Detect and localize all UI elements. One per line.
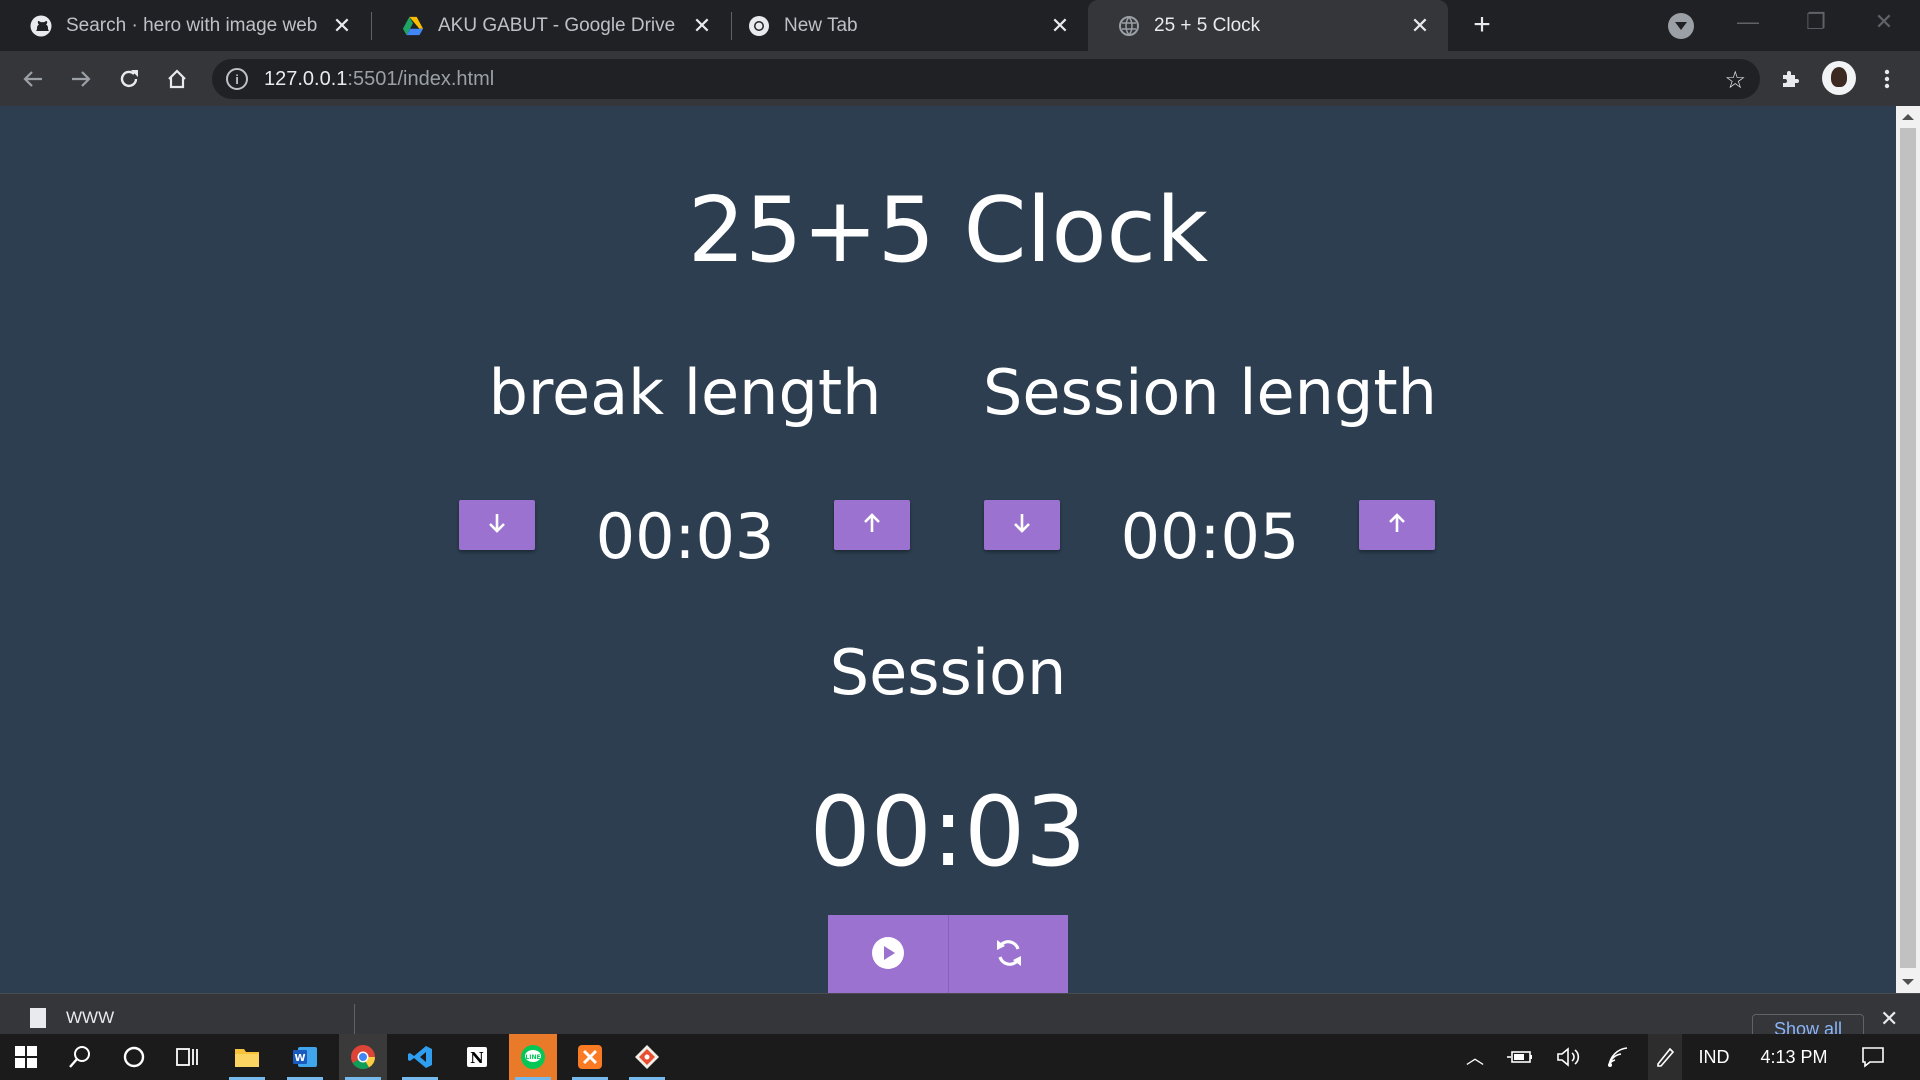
break-length-value: 00:03 (595, 500, 775, 573)
globe-icon (1118, 15, 1140, 37)
close-icon[interactable]: ✕ (1880, 1006, 1898, 1032)
session-decrement-button[interactable] (984, 500, 1060, 550)
forward-button[interactable] (62, 60, 100, 98)
volume-icon[interactable] (1552, 1034, 1584, 1080)
chrome-icon (748, 15, 770, 37)
word-icon[interactable]: W (281, 1034, 329, 1080)
tab-title: Search · hero with image web (66, 14, 318, 36)
time-left: 00:03 (809, 776, 1087, 888)
xampp-icon[interactable] (566, 1034, 614, 1080)
git-icon[interactable] (623, 1034, 671, 1080)
show-all-button[interactable]: Show all (1752, 1014, 1864, 1034)
google-drive-icon (402, 15, 424, 37)
new-tab-button[interactable]: + (1465, 8, 1499, 42)
break-increment-button[interactable] (834, 500, 910, 550)
address-bar[interactable]: i 127.0.0.1 :5501/index.html ☆ (212, 59, 1760, 99)
chrome-taskbar-icon[interactable] (339, 1034, 387, 1080)
back-button[interactable] (14, 60, 52, 98)
page-viewport: 25+5 Clock break length Session length 0… (0, 106, 1896, 993)
tab-title: 25 + 5 Clock (1154, 14, 1261, 36)
window-close-button[interactable]: ✕ (1854, 4, 1914, 40)
wifi-icon[interactable] (1602, 1034, 1634, 1080)
url-path: :5501/index.html (347, 67, 495, 90)
restore-button[interactable]: ❐ (1786, 4, 1846, 40)
close-icon[interactable]: ✕ (1046, 12, 1074, 40)
search-icon[interactable] (56, 1034, 104, 1080)
timer-label: Session (829, 636, 1067, 709)
close-icon[interactable]: ✕ (688, 12, 716, 40)
app-title: 25+5 Clock (687, 178, 1209, 283)
download-shelf: WWW Show all ✕ (0, 993, 1920, 1034)
browser-toolbar: i 127.0.0.1 :5501/index.html ☆ (0, 51, 1920, 106)
battery-icon[interactable] (1504, 1034, 1536, 1080)
language-indicator[interactable]: IND (1694, 1034, 1734, 1080)
vscode-icon[interactable] (396, 1034, 444, 1080)
reset-button[interactable] (948, 915, 1068, 993)
clock[interactable]: 4:13 PM (1752, 1034, 1836, 1080)
file-icon (30, 1008, 46, 1028)
arrow-down-icon (487, 512, 507, 539)
file-explorer-icon[interactable] (223, 1034, 271, 1080)
home-button[interactable] (158, 60, 196, 98)
svg-text:N: N (470, 1049, 484, 1067)
tab-clock[interactable]: 25 + 5 Clock ✕ (1088, 0, 1448, 51)
pen-icon[interactable] (1648, 1034, 1682, 1080)
tab-search-button[interactable] (1668, 13, 1694, 39)
scrollbar-thumb[interactable] (1900, 128, 1916, 968)
shelf-separator (354, 1004, 355, 1034)
break-label: break length (488, 356, 882, 429)
cortana-icon[interactable] (110, 1034, 158, 1080)
svg-text:W: W (294, 1053, 305, 1064)
chevron-up-icon[interactable]: ︿ (1460, 1034, 1490, 1080)
profile-avatar[interactable] (1822, 61, 1856, 95)
scroll-down-icon[interactable] (1902, 979, 1914, 985)
arrow-down-icon (1012, 512, 1032, 539)
tab-strip: Search · hero with image web ✕ AKU GABUT… (0, 0, 1920, 51)
tab-title: New Tab (784, 14, 858, 36)
session-length-label: Session length (983, 356, 1437, 429)
tab-google-drive[interactable]: AKU GABUT - Google Drive ✕ (372, 0, 730, 51)
download-item[interactable]: WWW (30, 1008, 114, 1028)
minimize-button[interactable]: — (1718, 4, 1778, 40)
refresh-icon (993, 936, 1025, 975)
line-icon[interactable]: LINE (509, 1034, 557, 1080)
notion-icon[interactable]: N (453, 1034, 501, 1080)
scroll-up-icon[interactable] (1902, 114, 1914, 120)
svg-text:LINE: LINE (525, 1054, 540, 1061)
play-icon (871, 936, 905, 975)
extensions-icon[interactable] (1772, 60, 1810, 98)
task-view-icon[interactable] (164, 1034, 212, 1080)
arrow-up-icon (1387, 512, 1407, 539)
close-icon[interactable]: ✕ (328, 12, 356, 40)
notification-icon[interactable] (1856, 1034, 1890, 1080)
tab-title: AKU GABUT - Google Drive (438, 14, 676, 36)
arrow-up-icon (862, 512, 882, 539)
windows-taskbar: W N LINE ︿ IND 4:13 PM (0, 1034, 1920, 1080)
download-item-name: WWW (66, 1008, 115, 1027)
tab-new-tab[interactable]: New Tab ✕ (718, 0, 1088, 51)
session-length-value: 00:05 (1120, 500, 1300, 573)
menu-kebab-icon[interactable] (1868, 60, 1906, 98)
reload-button[interactable] (110, 60, 148, 98)
session-increment-button[interactable] (1359, 500, 1435, 550)
break-decrement-button[interactable] (459, 500, 535, 550)
windows-start-icon[interactable] (2, 1034, 50, 1080)
github-icon (30, 15, 52, 37)
page-scrollbar[interactable] (1896, 106, 1920, 993)
site-info-icon[interactable]: i (226, 68, 248, 90)
tab-github-search[interactable]: Search · hero with image web ✕ (0, 0, 370, 51)
url-host: 127.0.0.1 (264, 67, 348, 90)
close-icon[interactable]: ✕ (1406, 12, 1434, 40)
start-stop-button[interactable] (828, 915, 948, 993)
bookmark-star-icon[interactable]: ☆ (1724, 66, 1746, 95)
